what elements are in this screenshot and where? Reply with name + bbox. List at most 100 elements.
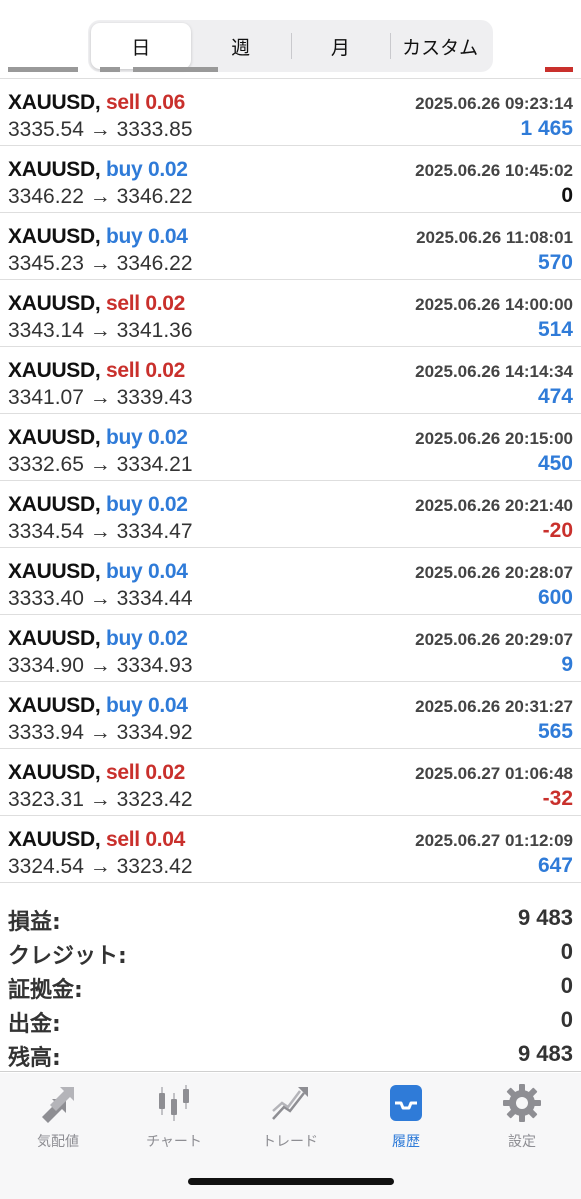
deal-profit: 0 bbox=[561, 184, 573, 207]
deal-close-price: 3339.43 bbox=[116, 386, 193, 409]
deal-open-price: 3334.90 bbox=[8, 654, 84, 677]
deal-symbol: XAUUSD, bbox=[8, 91, 101, 114]
deal-side: buy bbox=[105, 694, 143, 717]
summary-value: 0 bbox=[560, 939, 573, 964]
deal-title: XAUUSD, sell 0.02 bbox=[8, 359, 185, 383]
deal-open-price: 3345.23 bbox=[8, 252, 84, 275]
deal-close-price: 3341.36 bbox=[116, 319, 193, 342]
arrow-icon: → bbox=[89, 118, 111, 141]
deal-prices: 3335.54 → 3333.85 bbox=[8, 118, 193, 142]
deal-side: buy bbox=[105, 426, 143, 449]
tab-trade[interactable]: トレード bbox=[232, 1083, 348, 1151]
deal-row[interactable]: XAUUSD, buy 0.02 2025.06.26 20:21:40 3334.… bbox=[0, 481, 581, 548]
deal-title: XAUUSD, sell 0.02 bbox=[8, 292, 185, 316]
deal-close-price: 3334.92 bbox=[116, 721, 193, 744]
deal-close-price: 3334.44 bbox=[116, 587, 193, 610]
deal-title: XAUUSD, sell 0.06 bbox=[8, 91, 185, 115]
arrow-icon: → bbox=[89, 386, 111, 409]
deal-time: 2025.06.26 14:00:00 bbox=[415, 295, 573, 314]
deal-open-price: 3333.40 bbox=[8, 587, 84, 610]
deal-row[interactable]: XAUUSD, buy 0.02 2025.06.26 20:29:07 3334.… bbox=[0, 615, 581, 682]
deal-title: XAUUSD, buy 0.04 bbox=[8, 225, 188, 249]
deal-time: 2025.06.26 20:21:40 bbox=[415, 496, 573, 515]
summary-value: 0 bbox=[560, 1007, 573, 1032]
summary-value: 9 483 bbox=[517, 1041, 573, 1066]
tab-quotes[interactable]: 気配値 bbox=[0, 1083, 116, 1151]
partial-row-cutoff bbox=[0, 55, 581, 79]
deal-row[interactable]: XAUUSD, sell 0.02 2025.06.26 14:00:00 3343… bbox=[0, 280, 581, 347]
summary-row: 残高: 9 483 bbox=[0, 1036, 581, 1071]
deal-lots: 0.02 bbox=[147, 158, 188, 181]
deal-lots: 0.04 bbox=[147, 225, 188, 248]
deal-profit: 570 bbox=[537, 251, 573, 274]
deal-lots: 0.02 bbox=[145, 292, 186, 315]
deal-open-price: 3341.07 bbox=[8, 386, 84, 409]
deal-profit: 600 bbox=[537, 586, 573, 609]
deal-symbol: XAUUSD, bbox=[8, 225, 101, 248]
tab-settings[interactable]: 設定 bbox=[464, 1083, 580, 1151]
deal-side: sell bbox=[105, 91, 140, 114]
deal-time: 2025.06.26 20:31:27 bbox=[415, 697, 573, 716]
deal-open-price: 3346.22 bbox=[8, 185, 84, 208]
deal-row[interactable]: XAUUSD, sell 0.02 2025.06.27 01:06:48 3323… bbox=[0, 749, 581, 816]
summary-label: 残高: bbox=[8, 1046, 61, 1071]
arrow-icon: → bbox=[89, 453, 111, 476]
tab-label: 設定 bbox=[508, 1134, 536, 1150]
arrow-icon: → bbox=[89, 252, 111, 275]
deal-symbol: XAUUSD, bbox=[8, 426, 101, 449]
tab-chart[interactable]: チャート bbox=[116, 1083, 232, 1151]
deal-symbol: XAUUSD, bbox=[8, 627, 101, 650]
deal-row[interactable]: XAUUSD, sell 0.02 2025.06.26 14:14:34 3341… bbox=[0, 347, 581, 414]
tab-history[interactable]: 履歴 bbox=[348, 1083, 464, 1151]
home-indicator[interactable] bbox=[188, 1178, 394, 1185]
deal-row[interactable]: XAUUSD, buy 0.04 2025.06.26 20:28:07 3333.… bbox=[0, 548, 581, 615]
deal-prices: 3346.22 → 3346.22 bbox=[8, 185, 193, 209]
deal-row[interactable]: XAUUSD, buy 0.04 2025.06.26 11:08:01 3345.… bbox=[0, 213, 581, 280]
deal-row[interactable]: XAUUSD, sell 0.06 2025.06.26 09:23:14 3335… bbox=[0, 79, 581, 146]
deal-side: buy bbox=[105, 627, 143, 650]
arrow-icon: → bbox=[89, 185, 111, 208]
deal-side: sell bbox=[105, 359, 140, 382]
deal-close-price: 3346.22 bbox=[116, 185, 193, 208]
trade-chart-icon bbox=[272, 1087, 308, 1120]
deal-side: buy bbox=[105, 225, 143, 248]
deal-profit: 514 bbox=[537, 318, 573, 341]
deal-time: 2025.06.27 01:06:48 bbox=[415, 764, 573, 783]
summary-panel: 損益: 9 483 クレジット: 0 証拠金: 0 出金: 0 残高: 9 483 bbox=[0, 900, 581, 1072]
deal-title: XAUUSD, buy 0.04 bbox=[8, 694, 188, 718]
deal-lots: 0.04 bbox=[147, 560, 188, 583]
deal-time: 2025.06.26 20:28:07 bbox=[415, 563, 573, 582]
summary-row: クレジット: 0 bbox=[0, 934, 581, 969]
deal-profit: 1 465 bbox=[520, 117, 573, 140]
deal-close-price: 3334.93 bbox=[116, 654, 193, 677]
deal-row[interactable]: XAUUSD, buy 0.02 2025.06.26 10:45:02 3346.… bbox=[0, 146, 581, 213]
deal-open-price: 3334.54 bbox=[8, 520, 84, 543]
deal-close-price: 3334.47 bbox=[116, 520, 193, 543]
arrow-icon: → bbox=[89, 654, 111, 677]
bottom-tab-bar: 気配値 チャート トレード 履歴 設定 bbox=[0, 1073, 581, 1199]
gear-icon bbox=[503, 1084, 541, 1122]
summary-label: 出金: bbox=[8, 1012, 61, 1037]
tab-label: 履歴 bbox=[392, 1134, 420, 1150]
deal-lots: 0.02 bbox=[147, 627, 188, 650]
summary-value: 9 483 bbox=[517, 905, 573, 930]
arrow-icon: → bbox=[89, 587, 111, 610]
deal-profit: 9 bbox=[561, 653, 573, 676]
deal-open-price: 3333.94 bbox=[8, 721, 84, 744]
deal-lots: 0.04 bbox=[147, 694, 188, 717]
arrow-icon: → bbox=[89, 855, 111, 878]
deal-title: XAUUSD, buy 0.02 bbox=[8, 493, 188, 517]
deal-symbol: XAUUSD, bbox=[8, 694, 101, 717]
deal-time: 2025.06.26 11:08:01 bbox=[416, 228, 573, 247]
deal-row[interactable]: XAUUSD, sell 0.04 2025.06.27 01:12:09 3324… bbox=[0, 816, 581, 883]
deal-prices: 3334.54 → 3334.47 bbox=[8, 520, 193, 544]
deal-row[interactable]: XAUUSD, buy 0.04 2025.06.26 20:31:27 3333.… bbox=[0, 682, 581, 749]
deal-row[interactable]: XAUUSD, buy 0.02 2025.06.26 20:15:00 3332.… bbox=[0, 414, 581, 481]
deal-prices: 3333.94 → 3334.92 bbox=[8, 721, 193, 745]
deal-title: XAUUSD, buy 0.02 bbox=[8, 158, 188, 182]
deal-close-price: 3346.22 bbox=[116, 252, 193, 275]
candlestick-chart-icon bbox=[159, 1085, 189, 1121]
history-tray-icon bbox=[390, 1085, 422, 1121]
summary-row: 出金: 0 bbox=[0, 1002, 581, 1037]
deal-lots: 0.04 bbox=[145, 828, 186, 851]
